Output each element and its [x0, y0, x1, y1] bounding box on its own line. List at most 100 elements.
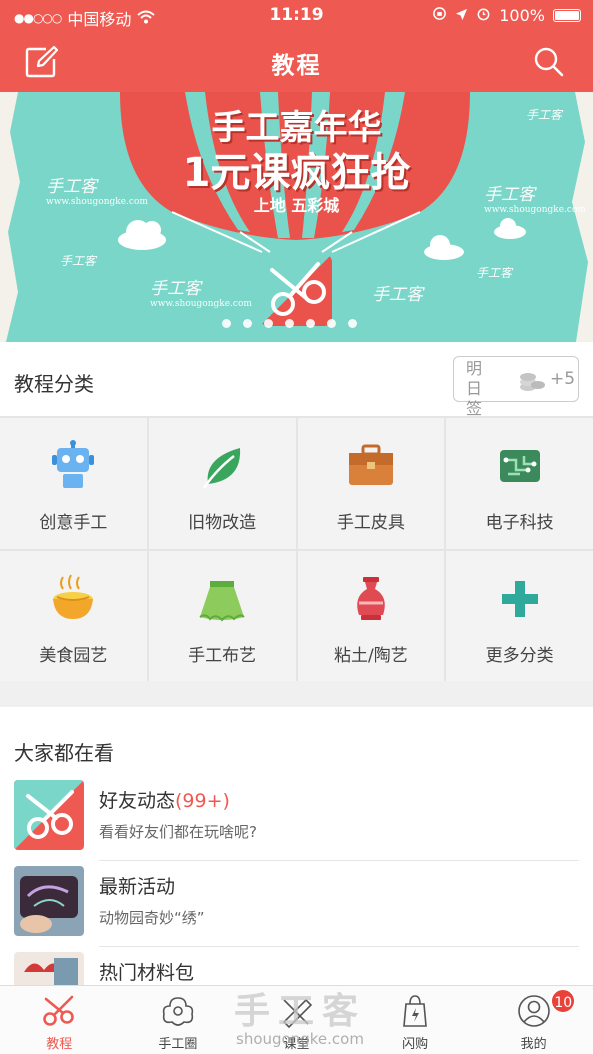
- watermark-logo-text: 手工客: [526, 108, 563, 122]
- watermark-logo-text: 手工客: [150, 279, 201, 299]
- banner-pagination[interactable]: [222, 319, 357, 328]
- item-count-badge: (99+): [175, 790, 230, 812]
- tab-label: 课堂: [283, 1037, 310, 1052]
- banner-watermark-logo: 手工客 www.shougongke.com: [484, 180, 586, 215]
- page-dot[interactable]: [306, 319, 315, 328]
- page-title: 教程: [271, 53, 322, 79]
- category-label: 美食园艺: [39, 645, 108, 666]
- search-button[interactable]: [529, 42, 569, 82]
- material-kit-thumbnail: [14, 952, 84, 985]
- page-dot[interactable]: [243, 319, 252, 328]
- tab-tutorials[interactable]: 教程: [0, 986, 119, 1054]
- divider: [99, 946, 579, 947]
- tab-classroom[interactable]: 课堂: [237, 986, 356, 1054]
- section-divider: [0, 681, 593, 707]
- ruler-icon: [283, 998, 313, 1028]
- list-item-friend-feed[interactable]: 好友动态(99+) 看看好友们都在玩啥呢?: [0, 780, 593, 866]
- item-description: 看看好友们都在玩啥呢?: [99, 823, 257, 841]
- category-label: 手工布艺: [188, 645, 257, 666]
- battery-percent: 100%: [499, 6, 545, 25]
- tab-craft-circle[interactable]: 手工圈: [119, 986, 238, 1054]
- category-label: 粘土/陶艺: [334, 645, 408, 666]
- watermark-url-text: www.shougongke.com: [46, 197, 148, 207]
- checkin-line1: 明日: [466, 359, 489, 398]
- category-label: 更多分类: [485, 645, 554, 666]
- category-leather[interactable]: 手工皮具: [297, 418, 445, 549]
- leaf-icon: [203, 448, 241, 489]
- tab-label: 我的: [520, 1037, 547, 1052]
- category-label: 手工皮具: [336, 513, 405, 533]
- item-description: 动物园奇妙“绣”: [99, 909, 205, 927]
- page-dot[interactable]: [327, 319, 336, 328]
- banner-watermark-logo: 手工客 www.shougongke.com: [46, 172, 148, 207]
- banner-watermark-logo: 手工客: [526, 106, 562, 123]
- item-title: 好友动态(99+): [99, 786, 230, 813]
- category-label: 电子科技: [485, 513, 554, 533]
- coins-icon: [520, 373, 545, 391]
- noodle-bowl-icon: [53, 574, 94, 619]
- category-grid: 创意手工 旧物改造 手工皮具 电子科技 美食园艺 手工布艺 粘土/陶艺 更多分类: [0, 416, 593, 681]
- tab-label: 闪购: [402, 1037, 429, 1052]
- banner-watermark-logo: 手工客: [476, 264, 512, 281]
- divider: [99, 860, 579, 861]
- page-dot[interactable]: [285, 319, 294, 328]
- watermark-url-text: www.shougongke.com: [484, 205, 586, 215]
- page-dot[interactable]: [264, 319, 273, 328]
- category-food-garden[interactable]: 美食园艺: [0, 550, 147, 681]
- briefcase-icon: [348, 444, 393, 485]
- promo-banner[interactable]: 手工嘉年华 1元课疯狂抢 上地 五彩城 手工客 www.shougongke.co…: [0, 92, 593, 342]
- app-logo-thumbnail: [14, 780, 84, 850]
- watermark-logo-text: 手工客: [60, 254, 97, 268]
- category-label: 旧物改造: [188, 513, 257, 533]
- search-icon: [534, 47, 564, 77]
- top-bar: ●●○○○ 中国移动 11:19 100% 教程: [0, 0, 593, 92]
- status-bar: ●●○○○ 中国移动 11:19 100%: [0, 0, 593, 32]
- tab-label: 手工圈: [158, 1037, 198, 1052]
- tab-flash-sale[interactable]: 闪购: [356, 986, 475, 1054]
- watermark-logo-text: 手工客: [372, 285, 423, 305]
- popular-section: 大家都在看 好友动态(99+) 看看好友们都在玩啥呢? 最新活动 动物园奇妙“绣…: [0, 707, 593, 985]
- status-right: 100%: [432, 6, 581, 25]
- vase-icon: [357, 576, 385, 620]
- battery-icon: [553, 9, 581, 22]
- item-title-text: 好友动态: [99, 790, 176, 812]
- category-clay-pottery[interactable]: 粘土/陶艺: [297, 550, 445, 681]
- list-item-latest-events[interactable]: 最新活动 动物园奇妙“绣”: [0, 866, 593, 952]
- bottom-tab-bar: 教程 手工圈 课堂 闪购 10 我的: [0, 985, 593, 1054]
- popular-section-title: 大家都在看: [14, 741, 114, 765]
- banner-watermark-logo: 手工客: [60, 252, 96, 269]
- robot-icon: [52, 440, 95, 488]
- checkin-button[interactable]: 明日 签到 +5: [453, 356, 579, 438]
- checkin-reward: +5: [550, 369, 576, 389]
- list-item-hot-kits[interactable]: 热门材料包: [0, 952, 593, 985]
- circuit-icon: [499, 450, 540, 482]
- watermark-logo-text: 手工客: [484, 185, 535, 205]
- banner-watermark-logo: 手工客 www.shougongke.com: [150, 274, 252, 309]
- page-dot[interactable]: [348, 319, 357, 328]
- item-title: 最新活动: [99, 876, 176, 898]
- watermark-url-text: www.shougongke.com: [150, 299, 252, 309]
- category-section-title: 教程分类: [14, 372, 94, 396]
- category-upcycling[interactable]: 旧物改造: [148, 418, 296, 549]
- notification-badge: 10: [550, 988, 577, 1014]
- rotation-lock-icon: [432, 6, 447, 25]
- watermark-logo-text: 手工客: [46, 177, 97, 197]
- location-icon: [455, 6, 468, 25]
- category-fabric[interactable]: 手工布艺: [148, 550, 296, 681]
- embroidery-photo-thumbnail: [14, 866, 84, 936]
- scissors-icon: [43, 995, 75, 1026]
- shopping-bag-icon: [403, 995, 427, 1027]
- tab-profile[interactable]: 10 我的: [474, 986, 593, 1054]
- skirt-icon: [199, 580, 245, 622]
- flower-icon: [162, 997, 194, 1026]
- category-label: 创意手工: [39, 513, 108, 533]
- alarm-icon: [476, 6, 491, 25]
- category-more[interactable]: 更多分类: [446, 550, 593, 681]
- banner-watermark-logo: 手工客: [372, 280, 423, 305]
- watermark-logo-text: 手工客: [476, 266, 513, 280]
- profile-icon: [517, 995, 550, 1027]
- tab-label: 教程: [46, 1037, 73, 1052]
- category-electronics[interactable]: 电子科技: [446, 418, 593, 549]
- category-creative-craft[interactable]: 创意手工: [0, 418, 147, 549]
- page-dot[interactable]: [222, 319, 231, 328]
